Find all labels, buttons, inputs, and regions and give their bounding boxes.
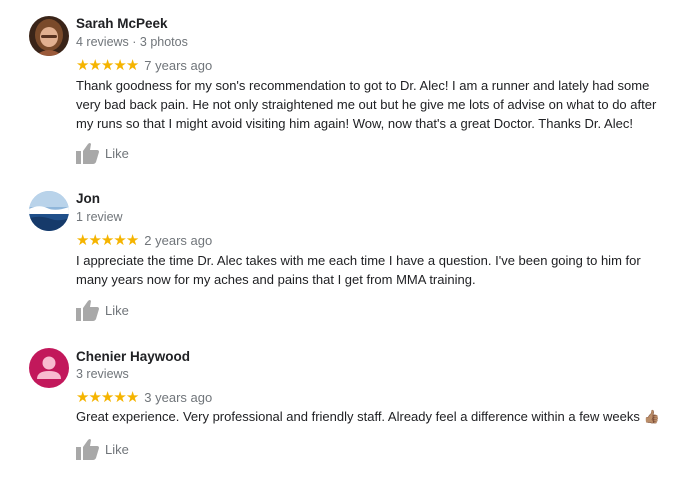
star-icon: ★ [100,388,114,406]
like-label: Like [105,441,129,457]
review-text: Great experience. Very professional and … [76,409,660,424]
star-icon: ★ [76,388,89,406]
star-icon: ★ [100,56,114,74]
review-card: Chenier Haywood 3 reviews ★ ★ ★ ★ ★ 3 years … [0,333,685,477]
reviewer-meta: 1 review [76,210,123,224]
default-person-avatar-icon [29,348,69,388]
reviewer-name[interactable]: Jon [76,191,100,206]
star-icon: ★ [88,56,101,74]
review-date: 2 years ago [144,232,213,248]
review-card: Jon 1 review ★ ★ ★ ★ ★ 2 years ago I appreci… [0,175,685,335]
star-icon: ★ [76,56,89,74]
star-icon: ★ [125,388,139,406]
star-icon: ★ [113,231,126,249]
review-date: 3 years ago [144,389,213,405]
thumbs-up-icon [76,300,99,321]
star-icon: ★ [88,388,101,406]
star-icon: ★ [125,231,139,249]
star-icon: ★ [88,231,101,249]
reviewer-name[interactable]: Sarah McPeek [76,16,168,31]
star-icon: ★ [113,56,126,74]
reviewer-avatar[interactable] [29,348,69,388]
like-button[interactable]: Like [76,437,129,461]
review-text: Thank goodness for my son's recommendati… [76,78,657,131]
review-date: 7 years ago [144,57,213,73]
star-icon: ★ [76,231,89,249]
like-label: Like [105,145,129,161]
reviewer-name[interactable]: Chenier Haywood [76,349,190,364]
star-icon: ★ [113,388,126,406]
reviewer-avatar[interactable] [29,191,69,231]
like-button[interactable]: Like [76,298,129,322]
reviewer-meta: 3 reviews [76,367,129,381]
star-icon: ★ [125,56,139,74]
review-card: Sarah McPeek 4 reviews · 3 photos ★ ★ ★ ★ ★ … [0,0,685,175]
review-text: I appreciate the time Dr. Alec takes wit… [76,253,641,287]
rating-row: ★ ★ ★ ★ ★ 7 years ago [76,56,212,74]
star-rating: ★ ★ ★ ★ ★ [76,231,139,249]
photo-avatar-woman-icon [29,16,69,56]
star-rating: ★ ★ ★ ★ ★ [76,388,139,406]
thumbs-up-icon [76,439,99,460]
reviewer-meta: 4 reviews · 3 photos [76,35,188,49]
rating-row: ★ ★ ★ ★ ★ 3 years ago [76,388,212,406]
star-icon: ★ [100,231,114,249]
reviewer-avatar[interactable] [29,16,69,56]
thumbs-up-icon [76,143,99,164]
like-button[interactable]: Like [76,141,129,165]
rating-row: ★ ★ ★ ★ ★ 2 years ago [76,231,212,249]
photo-avatar-wave-icon [29,191,69,231]
star-rating: ★ ★ ★ ★ ★ [76,56,139,74]
like-label: Like [105,302,129,318]
